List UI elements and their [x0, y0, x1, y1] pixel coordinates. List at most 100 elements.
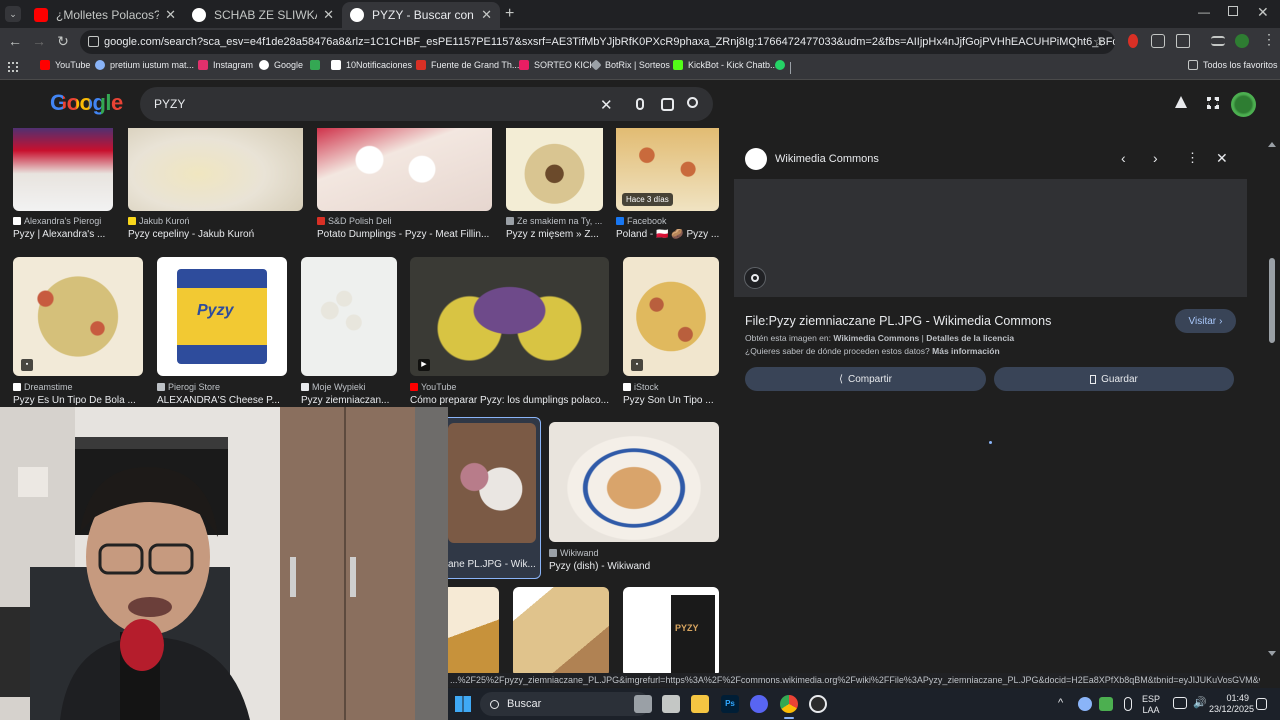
result-thumbnail[interactable] [317, 128, 492, 211]
result-thumbnail[interactable] [506, 128, 603, 211]
volume-icon[interactable]: 🔊 [1193, 697, 1207, 709]
windows-start-icon[interactable] [455, 696, 471, 712]
result-card[interactable]: Wikiwand Pyzy (dish) - Wikiwand [549, 422, 719, 572]
previous-icon[interactable]: ‹ [1121, 150, 1126, 166]
close-window-button[interactable]: ✕ [1257, 4, 1269, 21]
close-tab-icon[interactable]: ✕ [481, 7, 492, 23]
security-icon[interactable] [1099, 697, 1113, 711]
result-thumbnail[interactable] [513, 587, 609, 673]
scrollbar-thumb[interactable] [1269, 258, 1275, 343]
photoshop-icon[interactable]: Ps [721, 695, 739, 713]
result-card[interactable]: Hace 3 días Facebook Poland - 🇵🇱 🥔 Pyzy … [616, 128, 719, 243]
reload-button[interactable]: ↻ [54, 33, 72, 50]
bookmark-instagram[interactable]: Instagram [198, 60, 253, 70]
google-logo[interactable]: Google [50, 90, 123, 116]
forward-button[interactable]: → [30, 33, 48, 49]
visit-button[interactable]: Visitar › [1175, 309, 1236, 333]
apps-grid-icon[interactable] [8, 62, 18, 72]
microphone-icon[interactable] [1124, 697, 1132, 711]
task-view-icon[interactable] [634, 695, 652, 713]
result-thumbnail[interactable]: PYZY [623, 587, 719, 673]
result-thumbnail[interactable] [13, 257, 143, 376]
menu-icon[interactable]: ⋮ [1262, 31, 1276, 48]
google-apps-icon[interactable] [1207, 97, 1219, 109]
bookmark-gta[interactable]: Fuente de Grand Th... [416, 60, 519, 70]
image-preview[interactable] [734, 179, 1247, 297]
result-thumbnail[interactable] [301, 257, 397, 376]
account-avatar[interactable] [1231, 92, 1256, 117]
license-link[interactable]: Detalles de la licencia [926, 333, 1014, 343]
result-thumbnail[interactable] [410, 257, 609, 376]
bookmark-google[interactable]: Google [259, 60, 303, 70]
more-info-link[interactable]: Más información [932, 346, 1000, 356]
bookmark-x[interactable]: 10Notificaciones [331, 60, 412, 70]
result-thumbnail[interactable]: Pyzy [157, 257, 287, 376]
search-icon[interactable] [687, 97, 698, 108]
onedrive-icon[interactable] [1078, 697, 1092, 711]
result-thumbnail[interactable] [448, 423, 536, 543]
site-info-icon[interactable] [88, 36, 99, 47]
bookmark-youtube[interactable]: YouTube [40, 60, 90, 70]
result-card[interactable] [513, 587, 609, 673]
new-tab-button[interactable]: + [505, 5, 514, 23]
tray-chevron-icon[interactable]: ^ [1058, 697, 1063, 709]
lens-search-icon[interactable] [744, 267, 766, 289]
more-options-icon[interactable]: ⋮ [1186, 150, 1199, 166]
close-tab-icon[interactable]: ✕ [323, 7, 334, 23]
puzzle-icon[interactable] [1176, 34, 1190, 48]
result-card[interactable]: Jakub Kuroń Pyzy cepeliny - Jakub Kuroń [128, 128, 303, 243]
all-bookmarks-folder[interactable]: Todos los favoritos [1188, 60, 1278, 70]
network-icon[interactable] [1173, 697, 1187, 709]
scroll-up-arrow[interactable] [1268, 142, 1276, 147]
panel-site-name[interactable]: Wikimedia Commons [775, 153, 879, 165]
result-card[interactable]: ▪ iStock Pyzy Son Un Tipo ... [623, 257, 719, 407]
clear-icon[interactable]: ✕ [600, 96, 613, 114]
result-thumbnail[interactable] [13, 128, 113, 211]
result-card[interactable]: Alexandra's Pierogi Pyzy | Alexandra's .… [13, 128, 113, 243]
search-input[interactable]: PYZY ✕ [140, 87, 713, 121]
language-indicator[interactable]: ESP LAA [1142, 694, 1160, 716]
bookmark-sorteo[interactable]: SORTEO KICK [519, 60, 595, 70]
reading-list-icon[interactable] [1211, 36, 1225, 46]
result-card[interactable]: S&D Polish Deli Potato Dumplings - Pyzy … [317, 128, 492, 243]
bookmark-star-icon[interactable]: ☆ [1093, 34, 1105, 50]
obtained-site-link[interactable]: Wikimedia Commons [833, 333, 919, 343]
result-thumbnail[interactable] [128, 128, 303, 211]
minimize-button[interactable]: — [1198, 5, 1210, 19]
lens-icon[interactable] [661, 98, 674, 111]
address-bar[interactable]: google.com/search?sca_esv=e4f1de28a58476… [80, 30, 1115, 54]
result-card[interactable]: Moje Wypieki Pyzy ziemniaczan... [301, 257, 397, 407]
voice-search-icon[interactable] [636, 98, 644, 110]
share-button[interactable]: ⟨ Compartir [745, 367, 986, 391]
result-card[interactable]: PYZY [623, 587, 719, 673]
save-button[interactable]: Guardar [994, 367, 1234, 391]
notifications-icon[interactable] [1256, 698, 1267, 710]
discord-icon[interactable] [750, 695, 768, 713]
result-card[interactable]: ▪ Dreamstime Pyzy Es Un Tipo De Bola ... [13, 257, 143, 407]
chrome-icon[interactable] [780, 695, 798, 713]
result-card[interactable]: ▶ YouTube Cómo preparar Pyzy: los dumpli… [410, 257, 609, 407]
maximize-button[interactable] [1228, 6, 1238, 16]
file-icon[interactable] [662, 695, 680, 713]
back-button[interactable]: ← [6, 33, 24, 49]
close-tab-icon[interactable]: ✕ [165, 7, 176, 23]
tab-schab[interactable]: SCHAB ZE SLIWKAMI - Buscar c ✕ [184, 2, 342, 28]
labs-flask-icon[interactable] [1175, 96, 1187, 108]
extension-red-icon[interactable] [1128, 34, 1138, 48]
tab-pyzy[interactable]: PYZY - Buscar con Google ✕ [342, 2, 500, 28]
tab-molletes[interactable]: ¿Molletes Polacos? 🇵🇱 #craco ✕ [26, 2, 184, 28]
tab-search-icon[interactable]: ⌄ [5, 6, 21, 22]
bookmark-whatsapp[interactable] [775, 60, 790, 70]
profile-avatar[interactable] [1235, 34, 1249, 48]
clock[interactable]: 01:49 23/12/2025 [1209, 693, 1254, 715]
bookmark-kickbot[interactable]: KickBot - Kick Chatb... [673, 60, 778, 70]
taskbar-search[interactable]: Buscar [480, 692, 650, 716]
result-title[interactable]: File:Pyzy ziemniaczane PL.JPG - Wikimedi… [745, 314, 1051, 328]
bookmark-pretium[interactable]: pretium iustum mat... [95, 60, 194, 70]
result-thumbnail[interactable] [549, 422, 719, 542]
scroll-down-arrow[interactable] [1268, 651, 1276, 656]
obs-icon[interactable] [809, 695, 827, 713]
result-card[interactable]: Pyzy Pierogi Store ALEXANDRA'S Cheese P.… [157, 257, 287, 407]
bookmark-botrix[interactable]: BotRix | Sorteos [590, 59, 670, 71]
close-panel-icon[interactable]: ✕ [1216, 150, 1228, 167]
